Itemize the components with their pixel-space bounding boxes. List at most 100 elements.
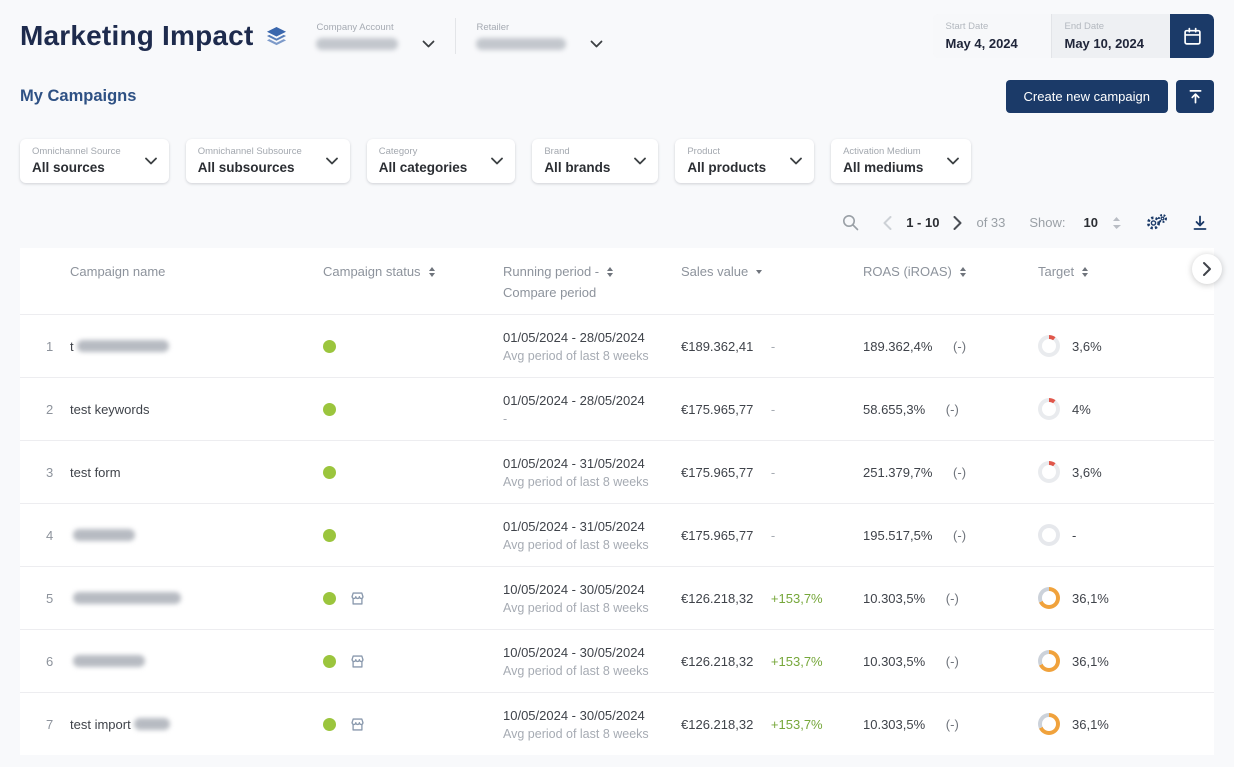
iroas-value: (-) [946,591,959,606]
target-donut [1038,650,1060,672]
end-date-cell[interactable]: End Date May 10, 2024 [1051,14,1170,58]
roas-value: 195.517,5% [863,528,932,543]
sort-icon[interactable] [1082,267,1088,277]
sort-icon[interactable] [607,267,613,277]
calendar-button[interactable] [1170,14,1214,58]
campaign-name[interactable]: t [70,339,74,354]
status-dot [323,466,336,479]
sort-icon[interactable] [429,267,435,277]
export-icon [1188,89,1203,104]
running-period: 10/05/2024 - 30/05/2024 [503,645,681,660]
campaign-name[interactable]: test form [70,465,121,480]
running-period: 01/05/2024 - 28/05/2024 [503,393,681,408]
campaign-name[interactable]: test import [70,717,131,732]
download-icon[interactable] [1192,215,1208,231]
start-date-value: May 4, 2024 [945,36,1025,51]
search-icon[interactable] [842,214,859,231]
end-date-label: End Date [1064,21,1144,32]
start-date-label: Start Date [945,21,1025,32]
page: Marketing Impact Company Account Retaile… [0,0,1234,767]
campaign-name[interactable]: test keywords [70,402,149,417]
sales-value: €126.218,32 [681,591,753,606]
compare-period: Avg period of last 8 weeks [503,727,681,741]
page-total: of 33 [976,215,1005,230]
table-header: Campaign name Campaign status Running pe… [20,248,1214,314]
roas-value: 189.362,4% [863,339,932,354]
show-value: 10 [1084,215,1098,230]
table-row[interactable]: 7 test import 10/05/2024 - 30/05/2024 Av… [20,692,1214,755]
retailer-select[interactable]: Retailer [476,22,603,50]
company-account-select[interactable]: Company Account [316,22,435,50]
table-row[interactable]: 2 test keywords 01/05/2024 - 28/05/2024 … [20,377,1214,440]
table-row[interactable]: 1 t 01/05/2024 - 28/05/2024 Avg period o… [20,314,1214,377]
filter-label: Activation Medium [843,146,923,157]
chevron-down-icon [326,157,338,165]
sort-desc-icon[interactable] [756,270,762,274]
sort-icon[interactable] [960,267,966,277]
iroas-value: (-) [953,339,966,354]
start-date-cell[interactable]: Start Date May 4, 2024 [933,14,1051,58]
chevron-down-icon [947,157,959,165]
filter-omnichannel-source[interactable]: Omnichannel Source All sources [20,139,169,183]
running-period: 01/05/2024 - 31/05/2024 [503,519,681,534]
roas-value: 58.655,3% [863,402,925,417]
row-number: 4 [20,528,70,543]
page-range: 1 - 10 [906,215,939,230]
column-sales-value: Sales value [681,264,863,279]
status-dot [323,529,336,542]
show-label: Show: [1029,215,1065,230]
layers-icon[interactable] [265,26,288,47]
running-period: 01/05/2024 - 28/05/2024 [503,330,681,345]
sales-value: €175.965,77 [681,528,753,543]
table-row[interactable]: 6 10/05/2024 - 30/05/2024 Avg period of … [20,629,1214,692]
sales-value: €175.965,77 [681,465,753,480]
top-bar: Marketing Impact Company Account Retaile… [0,0,1234,62]
target-value: 4% [1072,402,1091,417]
table-row[interactable]: 4 01/05/2024 - 31/05/2024 Avg period of … [20,503,1214,566]
filter-label: Omnichannel Subsource [198,146,302,157]
column-campaign-status: Campaign status [323,264,503,279]
compare-period: - [503,412,681,426]
sales-value: €126.218,32 [681,654,753,669]
filter-brand[interactable]: Brand All brands [532,139,658,183]
filter-omnichannel-subsource[interactable]: Omnichannel Subsource All subsources [186,139,350,183]
roas-value: 10.303,5% [863,717,925,732]
show-stepper[interactable] [1112,216,1121,230]
store-icon [350,654,365,669]
date-range-picker[interactable]: Start Date May 4, 2024 End Date May 10, … [933,14,1214,58]
filter-bar: Omnichannel Source All sources Omnichann… [0,113,1234,183]
filter-value: All categories [379,160,468,175]
compare-period: Avg period of last 8 weeks [503,664,681,678]
status-dot [323,340,336,353]
next-page-button[interactable] [953,216,962,230]
prev-page-button[interactable] [883,216,892,230]
target-value: 36,1% [1072,717,1109,732]
table-row[interactable]: 3 test form 01/05/2024 - 31/05/2024 Avg … [20,440,1214,503]
target-value: - [1072,528,1076,543]
filter-product[interactable]: Product All products [675,139,814,183]
scroll-right-button[interactable] [1192,254,1222,284]
filter-value: All brands [544,160,610,175]
chevron-down-icon [790,157,802,165]
target-donut [1038,524,1060,546]
iroas-value: (-) [946,654,959,669]
filter-activation-medium[interactable]: Activation Medium All mediums [831,139,971,183]
target-donut [1038,713,1060,735]
redacted-name [134,718,170,730]
create-campaign-button[interactable]: Create new campaign [1006,80,1168,113]
chevron-down-icon [422,40,435,48]
roas-value: 251.379,7% [863,465,932,480]
target-donut [1038,587,1060,609]
table-row[interactable]: 5 10/05/2024 - 30/05/2024 Avg period of … [20,566,1214,629]
filter-label: Category [379,146,468,157]
sales-change: - [771,528,775,543]
running-period: 01/05/2024 - 31/05/2024 [503,456,681,471]
settings-gears-icon[interactable] [1145,213,1168,232]
row-number: 7 [20,717,70,732]
section-title: My Campaigns [20,87,136,106]
column-campaign-name: Campaign name [70,264,323,279]
export-button[interactable] [1176,80,1214,113]
iroas-value: (-) [946,717,959,732]
column-roas: ROAS (iROAS) [863,264,1038,279]
filter-category[interactable]: Category All categories [367,139,516,183]
